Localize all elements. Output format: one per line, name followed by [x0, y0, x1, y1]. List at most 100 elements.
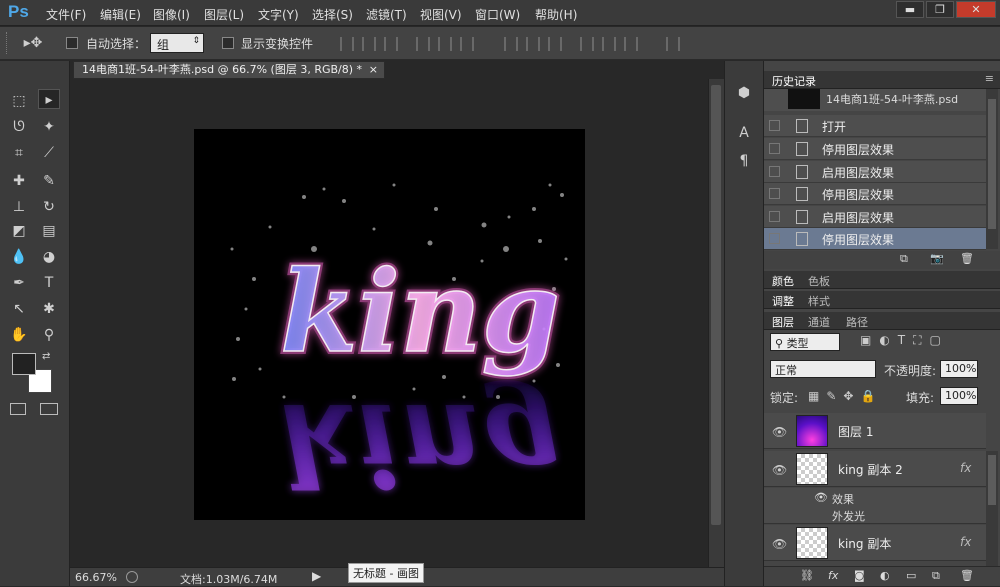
swap-colors-icon[interactable]: ⇄ — [42, 351, 50, 362]
paragraph-panel-icon[interactable]: ¶ — [733, 151, 755, 171]
history-brush-icon[interactable]: ↻ — [38, 197, 60, 217]
eye-icon[interactable]: 👁 — [772, 425, 787, 439]
add-style-icon[interactable]: fx — [828, 569, 838, 582]
status-menu-arrow-icon[interactable]: ▶ — [312, 569, 321, 583]
tab-styles[interactable]: 样式 — [808, 293, 830, 309]
auto-align-icon[interactable] — [666, 37, 680, 51]
auto-select-dropdown[interactable]: 组 ⇕ — [150, 33, 204, 53]
align-bottom-icon[interactable] — [384, 37, 398, 51]
layer-filter-icons[interactable]: ▣◐T⛶▢ — [860, 333, 986, 348]
layers-scroll-thumb[interactable] — [988, 455, 996, 505]
distribute-right-icon[interactable] — [624, 37, 638, 51]
delete-layer-icon[interactable]: 🗑 — [960, 569, 974, 582]
history-item[interactable]: 启用图层效果 — [764, 206, 986, 228]
clone-stamp-icon[interactable]: ⊥ — [8, 197, 30, 217]
add-mask-icon[interactable]: ◙ — [854, 569, 865, 582]
tab-swatches[interactable]: 色板 — [808, 273, 830, 289]
history-checkbox[interactable] — [769, 188, 780, 199]
marquee-tool-icon[interactable]: ⬚ — [8, 91, 30, 111]
history-checkbox[interactable] — [769, 233, 780, 244]
menu-image[interactable]: 图像(I) — [153, 6, 190, 23]
restore-button[interactable]: ❐ — [926, 1, 954, 18]
distribute-vcenter-icon[interactable] — [526, 37, 540, 51]
type-tool-icon[interactable]: T — [38, 273, 60, 293]
eye-icon[interactable]: 👁 — [772, 537, 787, 551]
distribute-hcenter-icon[interactable] — [602, 37, 616, 51]
gradient-tool-icon[interactable]: ▤ — [38, 221, 60, 241]
align-vcenter-icon[interactable] — [362, 37, 376, 51]
menu-view[interactable]: 视图(V) — [420, 6, 462, 23]
distribute-bottom-icon[interactable] — [548, 37, 562, 51]
snapshot-camera-icon[interactable]: 📷 — [930, 252, 944, 265]
document-tab[interactable]: 14电商1班-54-叶李燕.psd @ 66.7% (图层 3, RGB/8) … — [73, 61, 385, 79]
path-select-icon[interactable]: ↖ — [8, 299, 30, 319]
history-scrollbar[interactable] — [986, 89, 998, 249]
tab-layers[interactable]: 图层 — [772, 314, 794, 330]
close-button[interactable]: ✕ — [956, 1, 996, 18]
foreground-color-swatch[interactable] — [12, 353, 36, 375]
align-top-icon[interactable] — [340, 37, 354, 51]
eraser-tool-icon[interactable]: ◩ — [8, 221, 30, 241]
new-document-from-state-icon[interactable]: ⧉ — [900, 252, 908, 266]
menu-window[interactable]: 窗口(W) — [475, 6, 520, 23]
history-snapshot[interactable]: 14电商1班-54-叶李燕.psd — [764, 89, 986, 111]
adjustment-layer-icon[interactable]: ◐ — [880, 569, 890, 582]
menu-select[interactable]: 选择(S) — [312, 6, 353, 23]
fx-icon[interactable]: fx — [960, 535, 971, 549]
blur-tool-icon[interactable]: 💧 — [8, 247, 30, 267]
new-group-icon[interactable]: ▭ — [906, 569, 916, 582]
character-panel-icon[interactable]: A — [733, 123, 755, 143]
brush-tool-icon[interactable]: ✎ — [38, 171, 60, 191]
lasso-tool-icon[interactable]: ᘎ — [8, 117, 30, 137]
history-checkbox[interactable] — [769, 143, 780, 154]
fx-icon[interactable]: fx — [960, 461, 971, 475]
layers-scrollbar[interactable] — [986, 451, 998, 567]
zoom-level[interactable]: 66.67% — [75, 571, 117, 584]
quick-mask-icon[interactable] — [10, 403, 26, 415]
menu-layer[interactable]: 图层(L) — [204, 6, 244, 23]
align-left-icon[interactable] — [416, 37, 430, 51]
history-item[interactable]: 停用图层效果 — [764, 183, 986, 205]
link-layers-icon[interactable]: ⛓ — [800, 569, 814, 582]
panel-menu-icon[interactable]: ≡ — [985, 72, 994, 85]
layer-row[interactable]: 👁 图层 1 — [764, 413, 986, 449]
status-icon[interactable] — [126, 571, 138, 583]
move-tool-preset-icon[interactable]: ▸✥ — [18, 33, 48, 53]
new-layer-icon[interactable]: ⧉ — [932, 569, 940, 583]
dodge-tool-icon[interactable]: ◕ — [38, 247, 60, 267]
menu-edit[interactable]: 编辑(E) — [100, 6, 141, 23]
hand-tool-icon[interactable]: ✋ — [8, 325, 30, 345]
layer-row[interactable]: 👁 king 副本 2 fx — [764, 451, 986, 487]
tab-paths[interactable]: 路径 — [846, 314, 868, 330]
history-item[interactable]: 启用图层效果 — [764, 161, 986, 183]
align-right-icon[interactable] — [460, 37, 474, 51]
menu-filter[interactable]: 滤镜(T) — [366, 6, 407, 23]
crop-tool-icon[interactable]: ⌗ — [8, 143, 30, 163]
healing-brush-icon[interactable]: ✚ — [8, 171, 30, 191]
scroll-thumb[interactable] — [711, 85, 721, 525]
eyedropper-icon[interactable]: ⟋ — [38, 143, 60, 163]
menu-type[interactable]: 文字(Y) — [258, 6, 299, 23]
eye-icon[interactable]: 👁 — [772, 463, 787, 477]
distribute-left-icon[interactable] — [580, 37, 594, 51]
grip-handle[interactable] — [6, 32, 9, 54]
history-checkbox[interactable] — [769, 166, 780, 177]
history-checkbox[interactable] — [769, 211, 780, 222]
menu-file[interactable]: 文件(F) — [46, 6, 86, 23]
layer-effects-group[interactable]: 👁 效果 外发光 — [764, 488, 986, 524]
canvas[interactable]: king king king — [194, 129, 585, 520]
lock-icons[interactable]: ▦✎✥🔒 — [808, 389, 882, 403]
layer-filter-dropdown[interactable]: ⚲ 类型 — [770, 333, 840, 351]
move-tool-icon[interactable]: ▸ — [38, 89, 60, 109]
pen-tool-icon[interactable]: ✒ — [8, 273, 30, 293]
menu-help[interactable]: 帮助(H) — [535, 6, 577, 23]
3d-panel-icon[interactable]: ⬢ — [733, 83, 755, 103]
history-item[interactable]: 停用图层效果 — [764, 138, 986, 160]
blend-mode-dropdown[interactable]: 正常 — [770, 360, 876, 378]
effects-eye-icon[interactable]: 👁 — [814, 491, 828, 504]
custom-shape-icon[interactable]: ✱ — [38, 299, 60, 319]
auto-select-checkbox[interactable] — [66, 37, 78, 49]
zoom-tool-icon[interactable]: ⚲ — [38, 325, 60, 345]
tab-adjustments[interactable]: 调整 — [772, 293, 794, 309]
show-transform-checkbox[interactable] — [222, 37, 234, 49]
